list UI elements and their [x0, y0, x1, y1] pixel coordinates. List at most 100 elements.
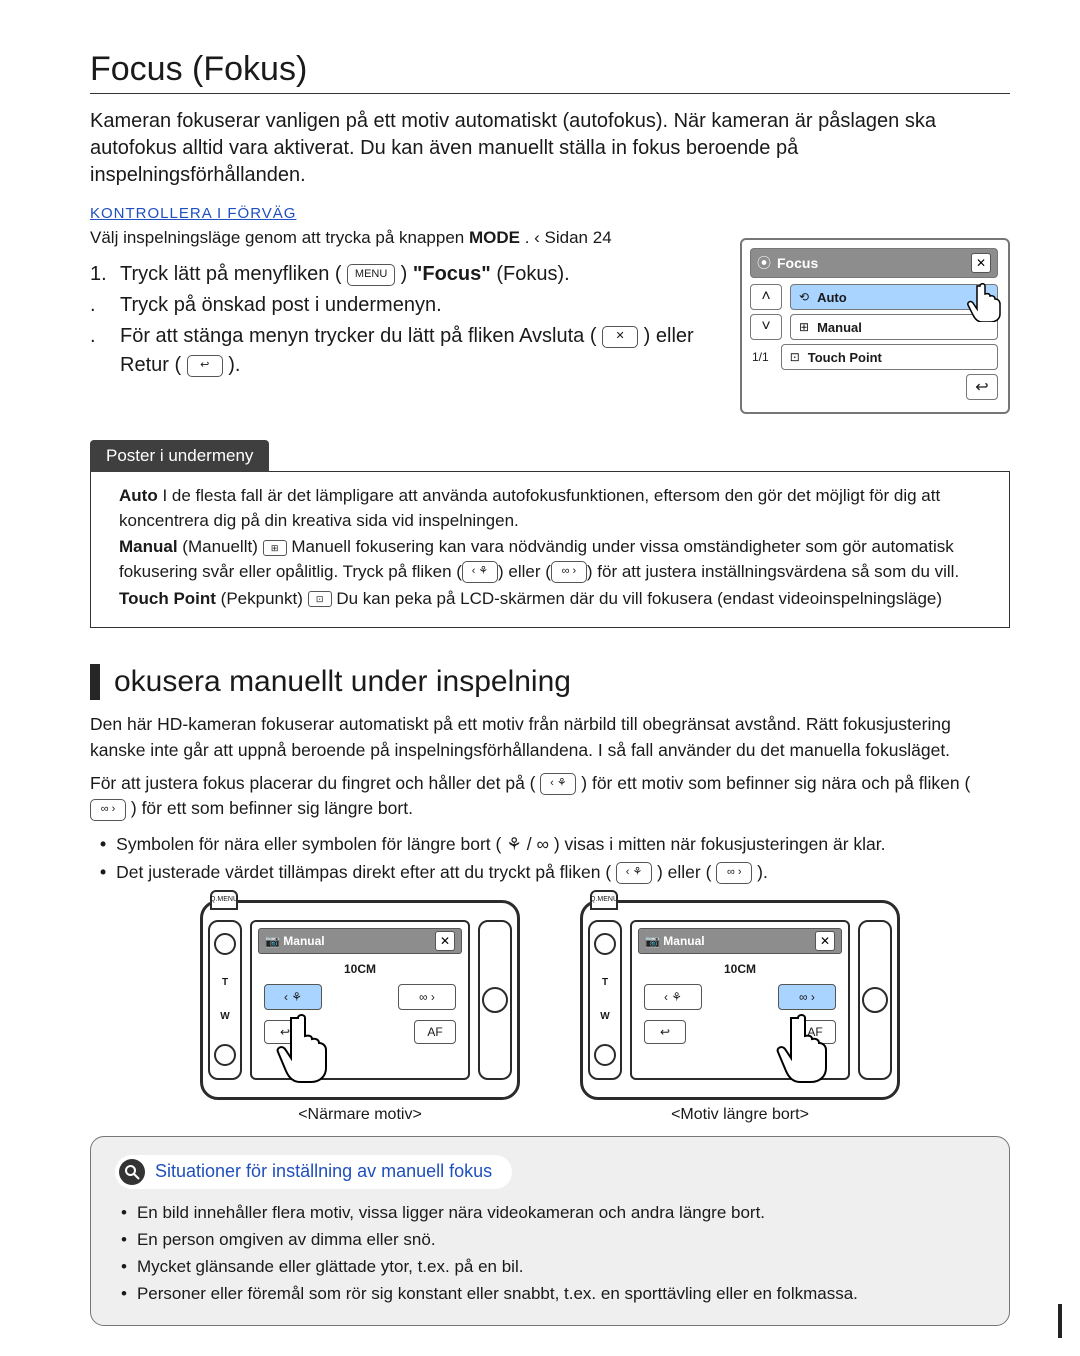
screen-title: Manual — [283, 934, 324, 948]
focus-near-button[interactable]: ‹ ⚘ — [644, 984, 702, 1010]
step-text: För att stänga menyn trycker du lätt på … — [120, 325, 597, 347]
submenu-text: I de flesta fall är det lämpligare att a… — [119, 486, 940, 530]
screen-title: Manual — [663, 934, 704, 948]
close-icon[interactable]: ✕ — [815, 931, 835, 951]
camera-caption: <Motiv längre bort> — [671, 1106, 809, 1124]
bullet-text: ). — [757, 862, 768, 882]
intro-paragraph: Kameran fokuserar vanligen på ett motiv … — [90, 108, 1010, 189]
step-text: (Fokus). — [496, 263, 569, 285]
submenu-text: ) för att justera inställningsvärdena så… — [587, 562, 959, 581]
lcd-title-bar: ⦿ Focus ✕ — [750, 248, 998, 278]
zoom-wide-label: W — [600, 1011, 609, 1022]
camera-caption: <Närmare motiv> — [298, 1106, 422, 1124]
pointing-hand-icon — [962, 278, 1014, 322]
lcd-item-touchpoint[interactable]: ⊡ Touch Point — [781, 344, 998, 370]
bullet-icon: • — [121, 1226, 127, 1253]
submenu-text: Du kan peka på LCD-skärmen där du vill f… — [332, 589, 942, 608]
scroll-down-button[interactable]: ˅ — [750, 314, 782, 340]
return-chip[interactable]: ↩ — [187, 355, 223, 377]
section-bar-icon — [90, 664, 100, 700]
camera-screen: 📷 Manual ✕ 10CM ‹ ⚘ ∞ › ↩ AF — [250, 920, 470, 1080]
submenu-name: Touch Point — [119, 589, 216, 608]
bullet-icon — [100, 830, 106, 858]
manual-mode-icon: ⊞ — [263, 540, 287, 556]
close-icon[interactable]: ✕ — [435, 931, 455, 951]
bullet-icon: • — [121, 1253, 127, 1280]
focus-near-chip[interactable]: ‹ ⚘ — [540, 773, 576, 795]
bullet-icon: • — [121, 1199, 127, 1226]
page-title: Focus (Fokus) — [90, 50, 1010, 94]
situations-title: Situationer för inställning av manuell f… — [155, 1161, 492, 1182]
submenu-paren: (Pekpunkt) — [216, 589, 308, 608]
mode-label: MODE — [469, 228, 520, 247]
situations-list: •En bild innehåller flera motiv, vissa l… — [115, 1199, 985, 1308]
bullet-icon — [100, 858, 106, 886]
manual-icon: ⊞ — [799, 320, 809, 334]
magnifier-icon — [119, 1159, 145, 1185]
situation-item: Mycket glänsande eller glättade ytor, t.… — [137, 1253, 524, 1280]
lcd-preview: ⦿ Focus ✕ ˄ ⟲ Auto ˅ ⊞ Manual — [740, 238, 1010, 414]
bullet-text: ) eller ( — [657, 862, 711, 882]
focus-distance: 10CM — [638, 962, 842, 976]
section2-p1: Den här HD-kameran fokuserar automatiskt… — [90, 712, 1010, 763]
step-number: 1. — [90, 260, 110, 289]
section2-p2: För att justera fokus placerar du fingre… — [90, 771, 1010, 822]
symbol-text: ⚘ / ∞ — [506, 834, 549, 854]
scroll-up-button[interactable]: ˄ — [750, 284, 782, 310]
focus-near-chip[interactable]: ‹ ⚘ — [616, 862, 652, 884]
submenu-paren: (Manuellt) — [178, 537, 263, 556]
bullet-icon: • — [121, 1280, 127, 1307]
zoom-tele-label: T — [222, 977, 228, 988]
lcd-item-label: Auto — [817, 290, 847, 305]
zoom-rocker[interactable]: T W — [208, 920, 242, 1080]
step-focus-quote: "Focus" — [413, 263, 491, 285]
step-number: . — [90, 322, 110, 380]
pre-step-before: Välj inspelningsläge genom att trycka på… — [90, 228, 469, 247]
lcd-item-label: Touch Point — [808, 350, 882, 365]
situation-item: Personer eller föremål som rör sig konst… — [137, 1280, 858, 1307]
lcd-page-indicator: 1/1 — [750, 350, 769, 364]
camera-illustration-near: Q.MENU T W 📷 Manual ✕ 10CM ‹ ⚘ — [200, 900, 520, 1100]
right-dial[interactable] — [858, 920, 892, 1080]
page-edge-bar — [1058, 1304, 1062, 1338]
focus-far-chip[interactable]: ∞ › — [90, 799, 126, 821]
zoom-wide-label: W — [220, 1011, 229, 1022]
return-button[interactable]: ↩ — [644, 1020, 686, 1044]
situation-item: En person omgiven av dimma eller snö. — [137, 1226, 436, 1253]
touchpoint-mode-icon: ⊡ — [308, 591, 332, 607]
bullet-text: ) visas i mitten när fokusjusteringen är… — [554, 834, 886, 854]
submenu-text: ) eller ( — [498, 562, 551, 581]
focus-far-button[interactable]: ∞ › — [778, 984, 836, 1010]
zoom-rocker[interactable]: T W — [588, 920, 622, 1080]
touchpoint-icon: ⊡ — [790, 350, 800, 364]
camera-icon: 📷 — [265, 934, 280, 948]
af-button[interactable]: AF — [794, 1020, 836, 1044]
camera-illustration-far: Q.MENU T W 📷 Manual ✕ 10CM ‹ ⚘ — [580, 900, 900, 1100]
auto-icon: ⟲ — [799, 290, 809, 304]
camera-icon: 📷 — [645, 934, 660, 948]
focus-far-chip[interactable]: ∞ › — [551, 561, 587, 583]
submenu-label: Poster i undermeny — [90, 440, 269, 472]
return-button[interactable]: ↩ — [966, 374, 998, 400]
return-button[interactable]: ↩ — [264, 1020, 306, 1044]
p2-text: ) för ett som befinner sig längre bort. — [131, 798, 413, 818]
submenu-box: Auto I de flesta fall är det lämpligare … — [90, 471, 1010, 628]
right-dial[interactable] — [478, 920, 512, 1080]
focus-far-button[interactable]: ∞ › — [398, 984, 456, 1010]
af-button[interactable]: AF — [414, 1020, 456, 1044]
step-text: ). — [228, 354, 240, 376]
situations-pill: Situationer för inställning av manuell f… — [115, 1155, 512, 1189]
menu-chip[interactable]: MENU — [347, 264, 395, 286]
focus-far-chip[interactable]: ∞ › — [716, 862, 752, 884]
focus-distance: 10CM — [258, 962, 462, 976]
lcd-title-text: Focus — [777, 255, 818, 271]
step-text: Tryck lätt på menyfliken ( — [120, 263, 342, 285]
focus-near-chip[interactable]: ‹ ⚘ — [462, 561, 498, 583]
step-text: ) — [401, 263, 413, 285]
close-chip[interactable]: ✕ — [602, 326, 638, 348]
qmenu-label: Q.MENU — [210, 890, 238, 910]
section-title: okusera manuellt under inspelning — [114, 665, 571, 699]
focus-near-button[interactable]: ‹ ⚘ — [264, 984, 322, 1010]
close-icon[interactable]: ✕ — [971, 253, 991, 273]
step-text: Tryck på önskad post i undermenyn. — [120, 291, 442, 320]
